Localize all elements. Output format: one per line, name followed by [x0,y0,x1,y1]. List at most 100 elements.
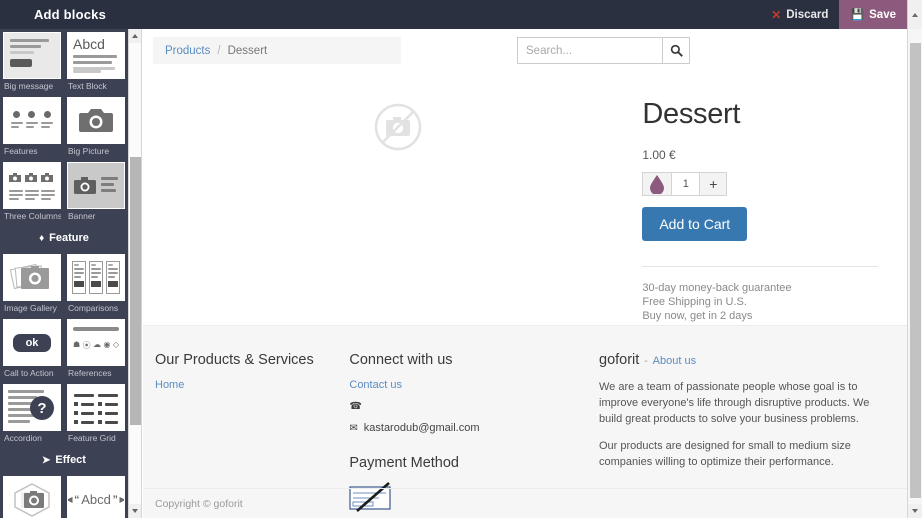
product-divider [642,266,879,267]
envelope-icon: ✉ [349,422,358,434]
block-thumb-parallax-slider[interactable]: ◀ “ Abcd ” ▶ [67,476,125,518]
product-promos: 30-day money-back guarantee Free Shippin… [642,281,897,323]
discard-button[interactable]: ✕ Discard [760,0,839,29]
block-thumb-comparisons[interactable] [67,254,125,301]
block-thumb-image-gallery[interactable] [3,254,61,301]
sidebar-scroll-up-button[interactable] [129,29,141,43]
quantity-decrease-button[interactable] [643,173,671,195]
promo-line: Buy now, get in 2 days [642,310,753,322]
comparisons-art [68,255,124,300]
blocks-row: Image Gallery Comparisons [0,251,128,316]
page-content: Products / Dessert Desse [143,29,907,518]
quantity-input[interactable] [671,173,701,195]
chevron-down-icon [912,509,918,513]
camera-icon [9,173,21,182]
search-input[interactable] [517,37,662,64]
page-scroll-down-button[interactable] [908,504,922,518]
footer-link-contact-us[interactable]: Contact us [349,379,599,391]
save-button[interactable]: 💾 Save [839,0,907,29]
footer-link-about-us[interactable]: About us [653,355,696,367]
search-bar [517,37,690,64]
blocks-row: Parallax ◀ “ Abcd ” ▶ Parallax Slider [0,473,128,518]
search-button[interactable] [662,37,690,64]
close-quote-icon: ” [112,491,118,508]
block-thumb-banner[interactable] [67,162,125,209]
block-item-references[interactable]: ☗ ⦿ ☁ ◉ ◇ References [64,316,128,381]
accordion-art: ? [4,385,60,430]
quantity-increase-button[interactable]: + [700,173,726,195]
block-thumb-references[interactable]: ☗ ⦿ ☁ ◉ ◇ [67,319,125,366]
block-item-parallax[interactable]: Parallax [0,473,64,518]
parallax-art [4,477,60,518]
block-label: Banner [68,211,96,221]
footer-email-value: kastarodub@gmail.com [363,422,480,434]
promo-line: 30-day money-back guarantee [642,282,792,294]
add-to-cart-button[interactable]: Add to Cart [642,207,748,241]
blocks-sidebar: Big message Abcd Text Block Features Big… [0,29,128,518]
search-icon [670,44,683,57]
gem-icon: ♦ [39,232,45,244]
block-label: Comparisons [68,303,119,313]
block-label: Big Picture [68,146,110,156]
features-art [4,98,60,143]
block-thumb-big-picture[interactable] [67,97,125,144]
block-thumb-accordion[interactable]: ? [3,384,61,431]
camera-icon [25,173,37,182]
breadcrumb: Products / Dessert [153,37,401,64]
sidebar-scrollbar[interactable] [128,29,142,518]
add-blocks-title: Add blocks [33,7,107,22]
block-thumb-text-block[interactable]: Abcd [67,32,125,79]
sidebar-scroll-thumb[interactable] [130,157,141,425]
sample-text: Abcd [73,36,105,52]
logo-glyph-icon: ◇ [112,340,119,349]
promo-line: Free Shipping in U.S. [642,296,747,308]
block-item-comparisons[interactable]: Comparisons [64,251,128,316]
block-thumb-three-columns[interactable] [3,162,61,209]
block-item-three-columns[interactable]: Three Columns [0,159,64,224]
parallax-camera-icon [14,482,50,517]
block-item-features[interactable]: Features [0,94,64,159]
block-thumb-call-to-action[interactable]: ok [3,319,61,366]
block-thumb-features[interactable] [3,97,61,144]
block-item-call-to-action[interactable]: ok Call to Action [0,316,64,381]
block-item-banner[interactable]: Banner [64,159,128,224]
payment-method-heading: Payment Method [349,455,459,471]
block-thumb-big-message[interactable] [3,32,61,79]
block-thumb-parallax[interactable] [3,476,61,518]
block-item-big-message[interactable]: Big message [0,29,64,94]
breadcrumb-item-products[interactable]: Products [165,45,210,57]
block-item-big-picture[interactable]: Big Picture [64,94,128,159]
camera-icon [41,173,53,182]
page-scrollbar[interactable] [907,29,922,518]
block-item-feature-grid[interactable]: Feature Grid [64,381,128,446]
sidebar-scroll-down-button[interactable] [129,504,141,518]
discard-label: Discard [786,8,829,21]
floppy-disk-icon: 💾 [850,9,865,21]
block-thumb-feature-grid[interactable] [67,384,125,431]
blocks-row: ok Call to Action ☗ ⦿ ☁ ◉ ◇ References [0,316,128,381]
block-label: Features [4,146,38,156]
footer-email-row: ✉ kastarodub@gmail.com [349,422,599,434]
block-item-parallax-slider[interactable]: ◀ “ Abcd ” ▶ Parallax Slider [64,473,128,518]
logo-glyph-icon: ⦿ [82,341,91,350]
big-message-art [4,33,60,78]
text-block-art: Abcd [68,33,124,78]
footer-brand-dash: - [644,356,648,367]
footer-heading: Connect with us [349,352,453,368]
footer-link-home[interactable]: Home [155,379,349,391]
block-item-text-block[interactable]: Abcd Text Block [64,29,128,94]
block-label: Three Columns [4,211,61,221]
logo-glyph-icon: ◉ [103,340,111,349]
block-label: Text Block [68,81,107,91]
scroll-up-arrow-top[interactable] [907,0,922,29]
block-item-accordion[interactable]: ? Accordion [0,381,64,446]
footer-heading: Our Products & Services [155,352,314,368]
page-scroll-thumb[interactable] [910,43,921,498]
product-price: 1.00 € [642,148,676,162]
feature-grid-art [68,385,124,430]
banner-art [68,163,124,208]
quantity-stepper: + [642,172,728,196]
block-item-image-gallery[interactable]: Image Gallery [0,251,64,316]
three-columns-art [4,163,60,208]
references-art: ☗ ⦿ ☁ ◉ ◇ [68,320,124,365]
